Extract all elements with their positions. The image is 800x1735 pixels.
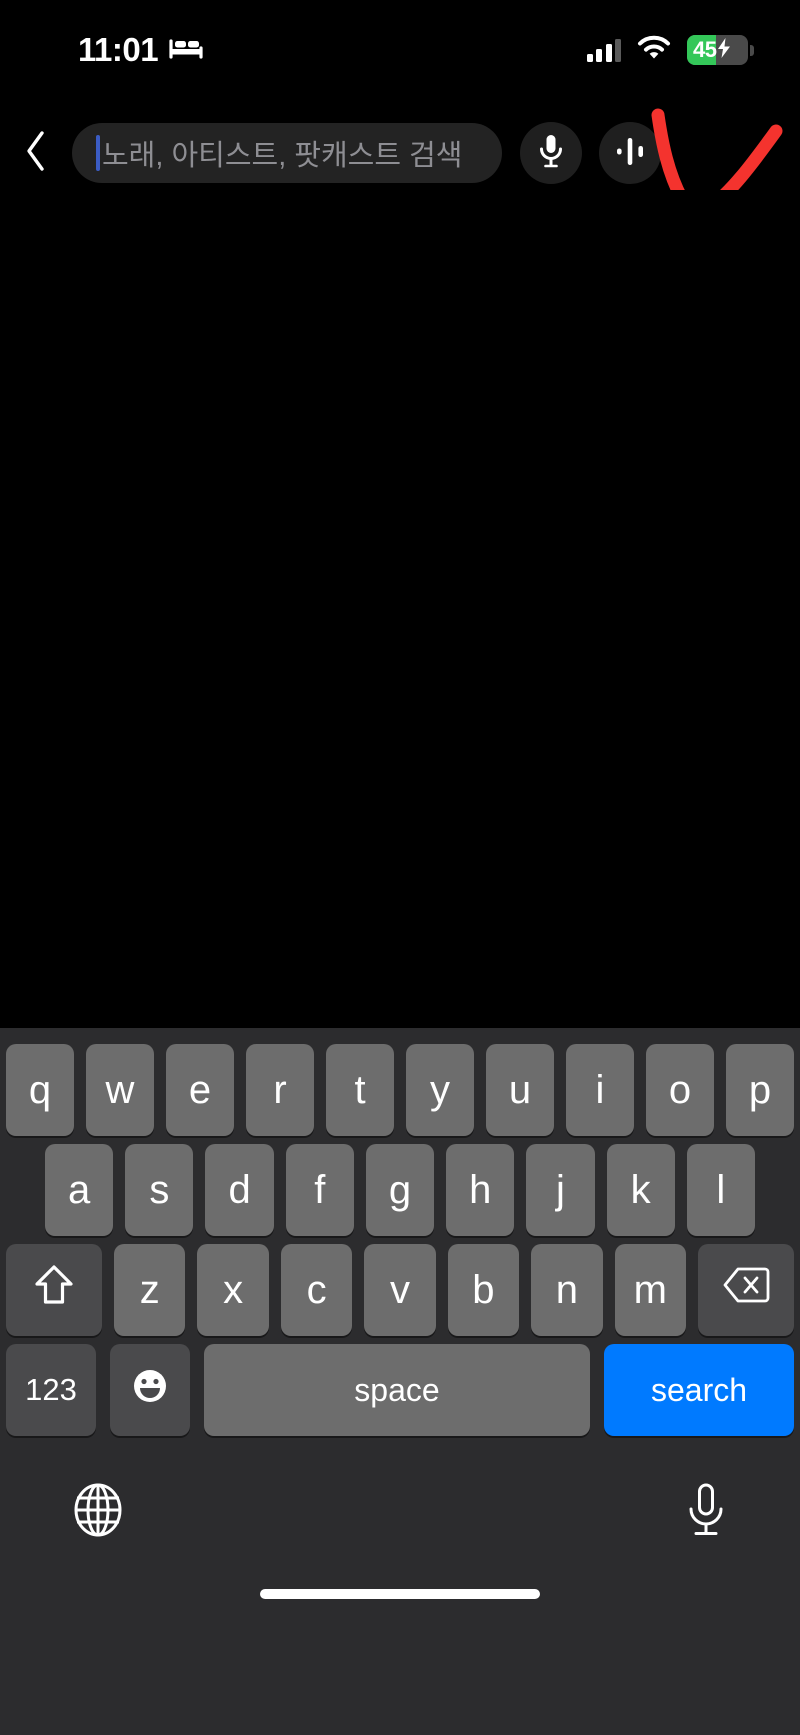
phone-screen: 11:01 45 노래, 아티스트, 팟캐스트 검색 q w e r t y u… bbox=[0, 0, 800, 1735]
status-bar: 11:01 45 bbox=[0, 0, 800, 100]
key-s[interactable]: s bbox=[125, 1144, 194, 1236]
status-bar-right: 45 bbox=[586, 35, 754, 65]
status-bar-left: 11:01 bbox=[78, 31, 203, 69]
key-v[interactable]: v bbox=[364, 1244, 436, 1336]
key-p[interactable]: p bbox=[726, 1044, 794, 1136]
search-results-area bbox=[0, 190, 800, 1028]
key-r[interactable]: r bbox=[246, 1044, 314, 1136]
key-m[interactable]: m bbox=[614, 1244, 686, 1336]
key-d[interactable]: d bbox=[205, 1144, 274, 1236]
battery-indicator: 45 bbox=[687, 35, 754, 65]
key-c[interactable]: c bbox=[280, 1244, 353, 1336]
keyboard-row-1: q w e r t y u i o p bbox=[0, 1040, 800, 1140]
globe-icon bbox=[72, 1483, 124, 1542]
microphone-icon bbox=[684, 1483, 728, 1542]
key-g[interactable]: g bbox=[365, 1144, 435, 1236]
bed-icon bbox=[169, 35, 203, 66]
key-f[interactable]: f bbox=[285, 1144, 354, 1236]
voice-search-button[interactable] bbox=[520, 122, 582, 184]
key-e[interactable]: e bbox=[166, 1044, 234, 1136]
key-w[interactable]: w bbox=[86, 1044, 154, 1136]
on-screen-keyboard: q w e r t y u i o p a s d f g h j k l z … bbox=[0, 1028, 800, 1735]
key-n[interactable]: n bbox=[531, 1244, 603, 1336]
search-header: 노래, 아티스트, 팟캐스트 검색 bbox=[0, 118, 800, 188]
keyboard-row-4: 123 space search bbox=[0, 1340, 800, 1440]
search-placeholder: 노래, 아티스트, 팟캐스트 검색 bbox=[102, 140, 463, 172]
home-indicator[interactable] bbox=[260, 1589, 540, 1599]
sound-recognition-icon bbox=[613, 134, 647, 173]
key-l[interactable]: l bbox=[686, 1144, 755, 1236]
shift-key[interactable] bbox=[6, 1244, 103, 1336]
globe-key[interactable] bbox=[72, 1482, 124, 1543]
back-button[interactable] bbox=[0, 118, 72, 188]
wifi-icon bbox=[637, 35, 671, 65]
battery-level-label: 45 bbox=[693, 37, 717, 62]
key-h[interactable]: h bbox=[446, 1144, 515, 1236]
sound-recognition-button[interactable] bbox=[599, 122, 661, 184]
keyboard-row-3: z x c v b n m bbox=[0, 1240, 800, 1340]
emoji-key[interactable] bbox=[110, 1344, 190, 1436]
keyboard-bottom-bar bbox=[0, 1440, 800, 1625]
dictation-key[interactable] bbox=[684, 1482, 728, 1543]
key-a[interactable]: a bbox=[45, 1144, 114, 1236]
charging-bolt-icon bbox=[717, 37, 731, 63]
cellular-signal-icon bbox=[586, 38, 621, 62]
text-cursor bbox=[96, 135, 100, 171]
battery-body: 45 bbox=[687, 35, 748, 65]
numbers-key[interactable]: 123 bbox=[6, 1344, 96, 1436]
key-x[interactable]: x bbox=[197, 1244, 269, 1336]
chevron-left-icon bbox=[24, 129, 48, 178]
key-j[interactable]: j bbox=[526, 1144, 595, 1236]
key-i[interactable]: i bbox=[566, 1044, 634, 1136]
keyboard-row-2: a s d f g h j k l bbox=[0, 1140, 800, 1240]
key-u[interactable]: u bbox=[486, 1044, 554, 1136]
key-k[interactable]: k bbox=[606, 1144, 675, 1236]
emoji-smiley-icon bbox=[130, 1366, 170, 1415]
key-q[interactable]: q bbox=[6, 1044, 74, 1136]
search-input[interactable]: 노래, 아티스트, 팟캐스트 검색 bbox=[72, 123, 502, 183]
battery-cap bbox=[750, 44, 754, 56]
status-bar-clock: 11:01 bbox=[78, 31, 159, 68]
search-key[interactable]: search bbox=[604, 1344, 794, 1436]
key-o[interactable]: o bbox=[646, 1044, 714, 1136]
key-b[interactable]: b bbox=[447, 1244, 520, 1336]
key-y[interactable]: y bbox=[406, 1044, 474, 1136]
space-key[interactable]: space bbox=[204, 1344, 590, 1436]
key-z[interactable]: z bbox=[114, 1244, 186, 1336]
key-t[interactable]: t bbox=[326, 1044, 394, 1136]
backspace-key[interactable] bbox=[697, 1244, 794, 1336]
backspace-icon bbox=[722, 1266, 770, 1314]
shift-arrow-icon bbox=[33, 1263, 75, 1317]
microphone-icon bbox=[536, 133, 566, 174]
